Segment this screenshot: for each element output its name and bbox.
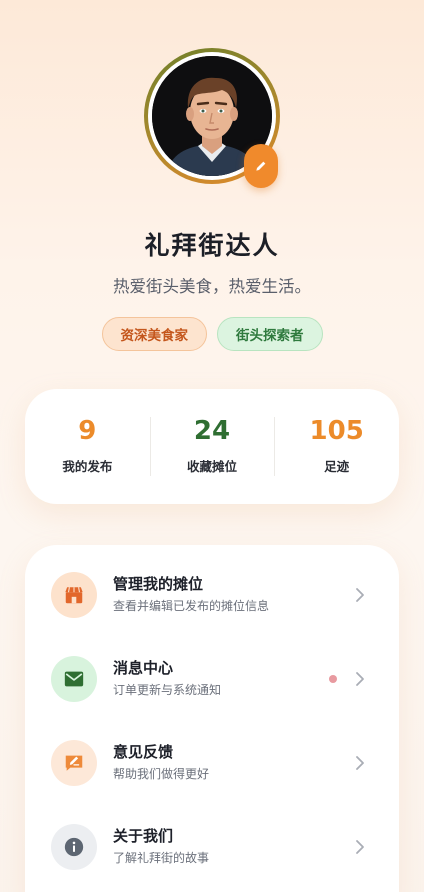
chevron-right-icon	[356, 672, 364, 686]
menu-item-subtitle: 了解礼拜街的故事	[113, 851, 210, 865]
menu-item-title: 消息中心	[113, 659, 174, 677]
menu-item-title: 管理我的摊位	[113, 575, 204, 593]
menu-item-feedback[interactable]: 意见反馈 帮助我们做得更好	[25, 731, 399, 795]
stat-footprints[interactable]: 105 足迹	[274, 389, 399, 504]
menu-item-manage-stalls[interactable]: 管理我的摊位 查看并编辑已发布的摊位信息	[25, 563, 399, 627]
avatar-container	[144, 48, 280, 188]
tag-street-explorer: 街头探索者	[217, 317, 323, 351]
profile-bio: 热爱街头美食，热爱生活。	[113, 277, 311, 296]
menu-item-title: 意见反馈	[113, 743, 174, 761]
menu-item-subtitle: 查看并编辑已发布的摊位信息	[113, 599, 270, 613]
edit-avatar-button[interactable]	[244, 144, 278, 188]
stat-label: 收藏摊位	[187, 459, 238, 474]
info-icon	[64, 837, 84, 857]
stat-saved-stalls[interactable]: 24 收藏摊位	[149, 389, 275, 504]
pencil-icon	[256, 161, 266, 171]
menu-item-title: 关于我们	[113, 827, 174, 845]
profile-tags: 资深美食家 街头探索者	[0, 317, 424, 351]
tag-senior-foodie: 资深美食家	[101, 317, 207, 351]
feedback-icon	[65, 755, 83, 771]
unread-dot	[329, 675, 337, 683]
stats-card: 9 我的发布 24 收藏摊位 105 足迹	[25, 389, 399, 504]
stat-label: 我的发布	[62, 459, 113, 474]
chevron-right-icon	[356, 588, 364, 602]
profile-name: 礼拜街达人	[144, 231, 280, 260]
stat-label: 足迹	[324, 459, 350, 474]
store-icon	[65, 587, 83, 604]
chevron-right-icon	[356, 756, 364, 770]
stat-value: 105	[309, 416, 364, 446]
stat-my-posts[interactable]: 9 我的发布	[25, 389, 150, 504]
menu-item-subtitle: 订单更新与系统通知	[113, 683, 222, 697]
stat-value: 24	[193, 416, 231, 446]
stat-value: 9	[78, 416, 97, 446]
menu-item-about[interactable]: 关于我们 了解礼拜街的故事	[25, 815, 399, 879]
chevron-right-icon	[356, 840, 364, 854]
menu-item-messages[interactable]: 消息中心 订单更新与系统通知	[25, 647, 399, 711]
menu-card: 管理我的摊位 查看并编辑已发布的摊位信息 消息中心 订单更新与系统通知 意见反馈…	[25, 545, 399, 892]
mail-icon	[64, 671, 84, 687]
menu-item-subtitle: 帮助我们做得更好	[113, 767, 210, 781]
